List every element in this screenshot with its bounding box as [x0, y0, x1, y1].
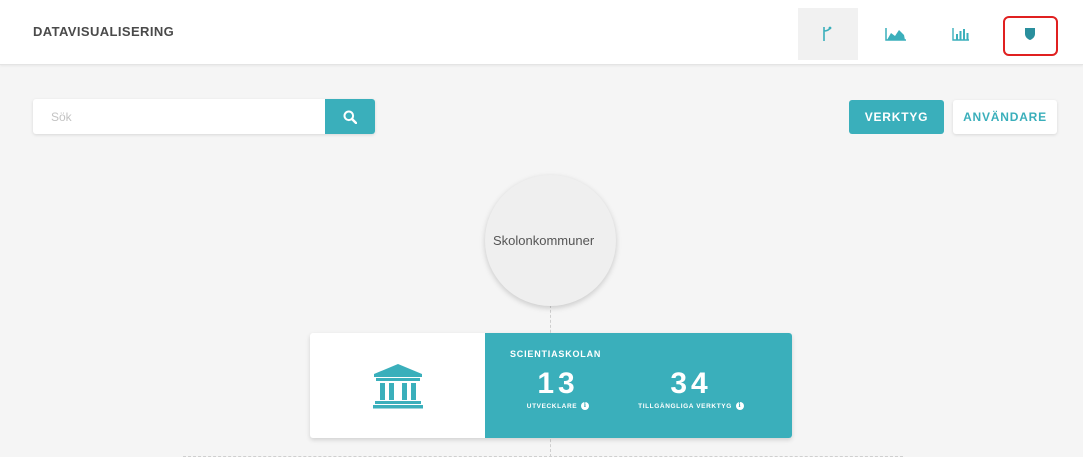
- highlight-annotation: [1003, 16, 1058, 56]
- developers-stat: 13 UTVECKLARE i: [518, 366, 598, 410]
- bar-chart-button[interactable]: [931, 8, 991, 60]
- tree-view-button[interactable]: [798, 8, 858, 60]
- school-name: SCIENTIASKOLAN: [510, 349, 602, 359]
- developers-label: UTVECKLARE: [526, 402, 578, 410]
- search-button[interactable]: [325, 99, 375, 134]
- search-icon: [343, 110, 357, 124]
- top-bar: DATAVISUALISERING: [0, 0, 1083, 65]
- anvandare-button[interactable]: ANVÄNDARE: [953, 100, 1057, 134]
- app-title: DATAVISUALISERING: [33, 24, 175, 39]
- search-input[interactable]: [33, 99, 325, 134]
- root-node[interactable]: Skolonkommuner: [485, 175, 616, 306]
- verktyg-button[interactable]: VERKTYG: [849, 100, 944, 134]
- school-icon-area: [310, 333, 485, 438]
- tools-label: TILLGÄNGLIGA VERKTYG: [638, 402, 732, 410]
- bar-chart-icon: [952, 28, 969, 41]
- info-icon[interactable]: i: [581, 402, 590, 410]
- tools-stat: 34 TILLGÄNGLIGA VERKTYG i: [626, 366, 756, 410]
- tree-icon: [823, 26, 832, 41]
- school-info-panel: SCIENTIASKOLAN 13 UTVECKLARE i 34 TILLGÄ…: [485, 333, 792, 438]
- area-chart-button[interactable]: [866, 8, 926, 60]
- info-icon[interactable]: i: [735, 402, 744, 410]
- tools-count: 34: [670, 367, 712, 400]
- search-bar: [33, 99, 375, 134]
- institution-icon: [372, 363, 423, 408]
- root-node-label: Skolonkommuner: [493, 233, 595, 248]
- area-chart-icon: [885, 28, 906, 41]
- school-card[interactable]: SCIENTIASKOLAN 13 UTVECKLARE i 34 TILLGÄ…: [310, 333, 792, 438]
- developers-count: 13: [537, 367, 579, 400]
